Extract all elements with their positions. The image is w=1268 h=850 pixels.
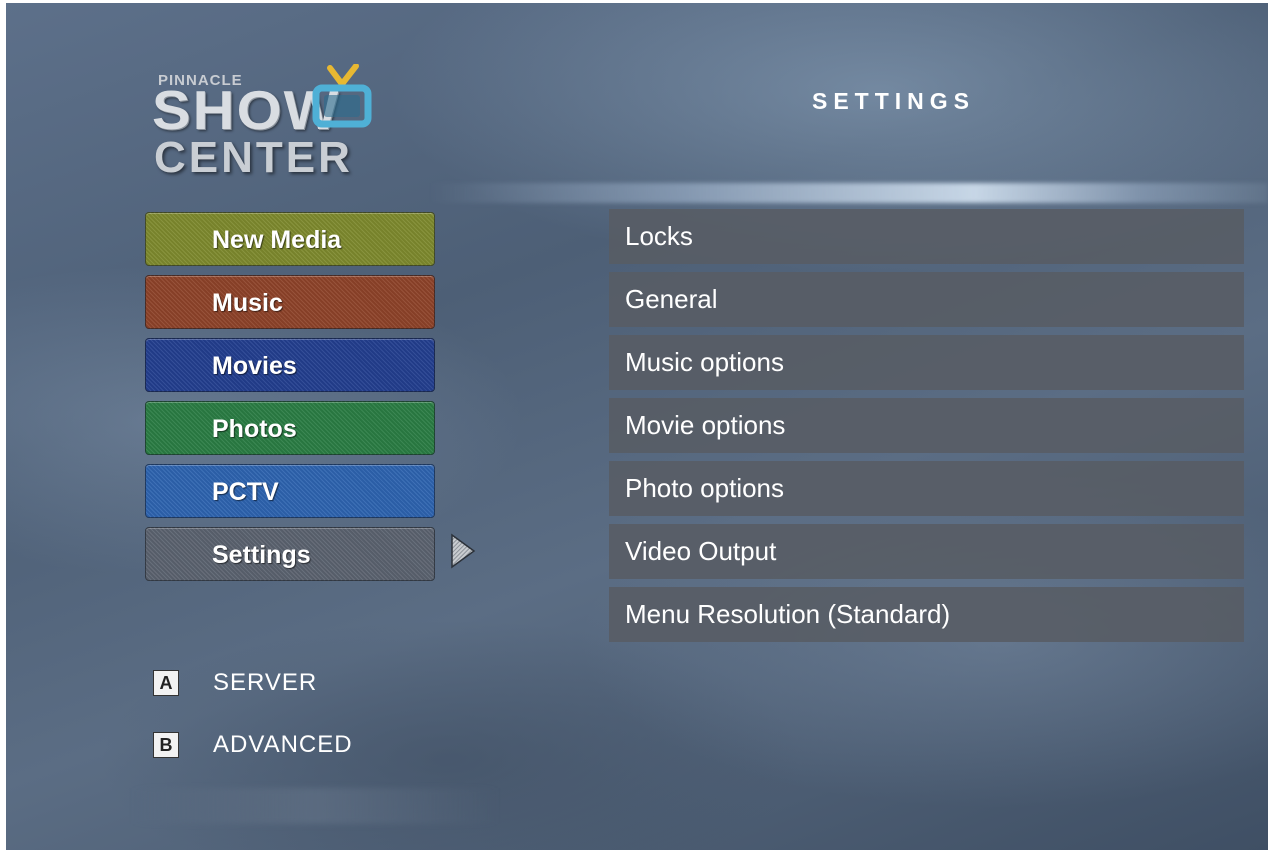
settings-screen: PINNACLE SHOW CENTER SETTINGS New Media …: [0, 0, 1268, 850]
option-label: Locks: [625, 221, 693, 251]
option-label: Video Output: [625, 536, 777, 566]
menu-item-label: New Media: [212, 226, 342, 254]
menu-item-label: PCTV: [212, 478, 279, 506]
frame-top: [0, 0, 1268, 3]
menu-item-music[interactable]: Music: [145, 275, 435, 329]
option-general[interactable]: General: [609, 272, 1244, 327]
option-label: Menu Resolution (Standard): [625, 599, 951, 629]
shortcut-label: SERVER: [213, 669, 318, 696]
key-a-icon: A: [153, 670, 179, 696]
option-music-options[interactable]: Music options: [609, 335, 1244, 390]
chevron-right-icon: [451, 533, 476, 569]
frame-left: [0, 0, 6, 850]
option-photo-options[interactable]: Photo options: [609, 461, 1244, 516]
header-divider: [430, 183, 1268, 203]
page-title: SETTINGS: [812, 88, 976, 114]
key-b-icon: B: [153, 732, 179, 758]
shortcut-label: ADVANCED: [213, 731, 353, 758]
menu-item-movies[interactable]: Movies: [145, 338, 435, 392]
option-label: General: [625, 284, 718, 314]
menu-item-label: Movies: [212, 352, 297, 380]
option-label: Music options: [625, 347, 784, 377]
pinnacle-showcenter-logo: PINNACLE SHOW CENTER: [152, 62, 462, 182]
menu-item-label: Photos: [212, 415, 297, 443]
option-locks[interactable]: Locks: [609, 209, 1244, 264]
option-movie-options[interactable]: Movie options: [609, 398, 1244, 453]
menu-item-new-media[interactable]: New Media: [145, 212, 435, 266]
option-menu-resolution[interactable]: Menu Resolution (Standard): [609, 587, 1244, 642]
option-video-output[interactable]: Video Output: [609, 524, 1244, 579]
background-smudge: [130, 788, 500, 824]
tv-icon: [312, 64, 372, 128]
logo-center-text: CENTER: [154, 133, 353, 182]
menu-item-label: Settings: [212, 541, 311, 569]
menu-item-photos[interactable]: Photos: [145, 401, 435, 455]
menu-item-pctv[interactable]: PCTV: [145, 464, 435, 518]
menu-item-settings[interactable]: Settings: [145, 527, 435, 581]
option-label: Movie options: [625, 410, 786, 440]
option-label: Photo options: [625, 473, 785, 503]
menu-item-label: Music: [212, 289, 283, 317]
